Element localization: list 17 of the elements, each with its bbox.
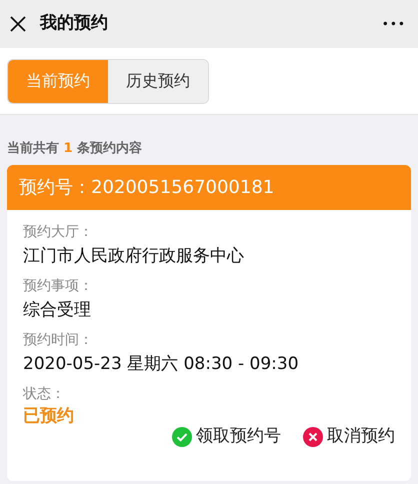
page-title: 我的预约 <box>40 12 108 36</box>
field-value: 2020-05-23 星期六 08:30 - 09:30 <box>23 353 300 376</box>
tab[interactable]: 历史预约 <box>108 60 208 102</box>
field-value: 江门市人民政府行政服务中心 <box>23 245 245 268</box>
field-label: 预约事项： <box>23 277 94 296</box>
field-label: 预约时间： <box>23 331 94 350</box>
field-label: 状态： <box>23 385 66 404</box>
more-menu-button[interactable]: ••• <box>382 15 406 33</box>
check-icon <box>172 426 192 447</box>
field-value: 综合受理 <box>23 299 92 322</box>
field-value: 已预约 <box>23 405 75 428</box>
action-link[interactable]: 取消预约 <box>327 424 395 450</box>
field-label: 预约大厅： <box>23 223 94 242</box>
appointment-number: 预约号：2020051567000181 <box>19 176 274 200</box>
summary-text: 当前共有 1 条预约内容 <box>7 141 142 156</box>
action-link[interactable]: 领取预约号 <box>196 424 281 450</box>
cancel-icon <box>303 426 323 447</box>
